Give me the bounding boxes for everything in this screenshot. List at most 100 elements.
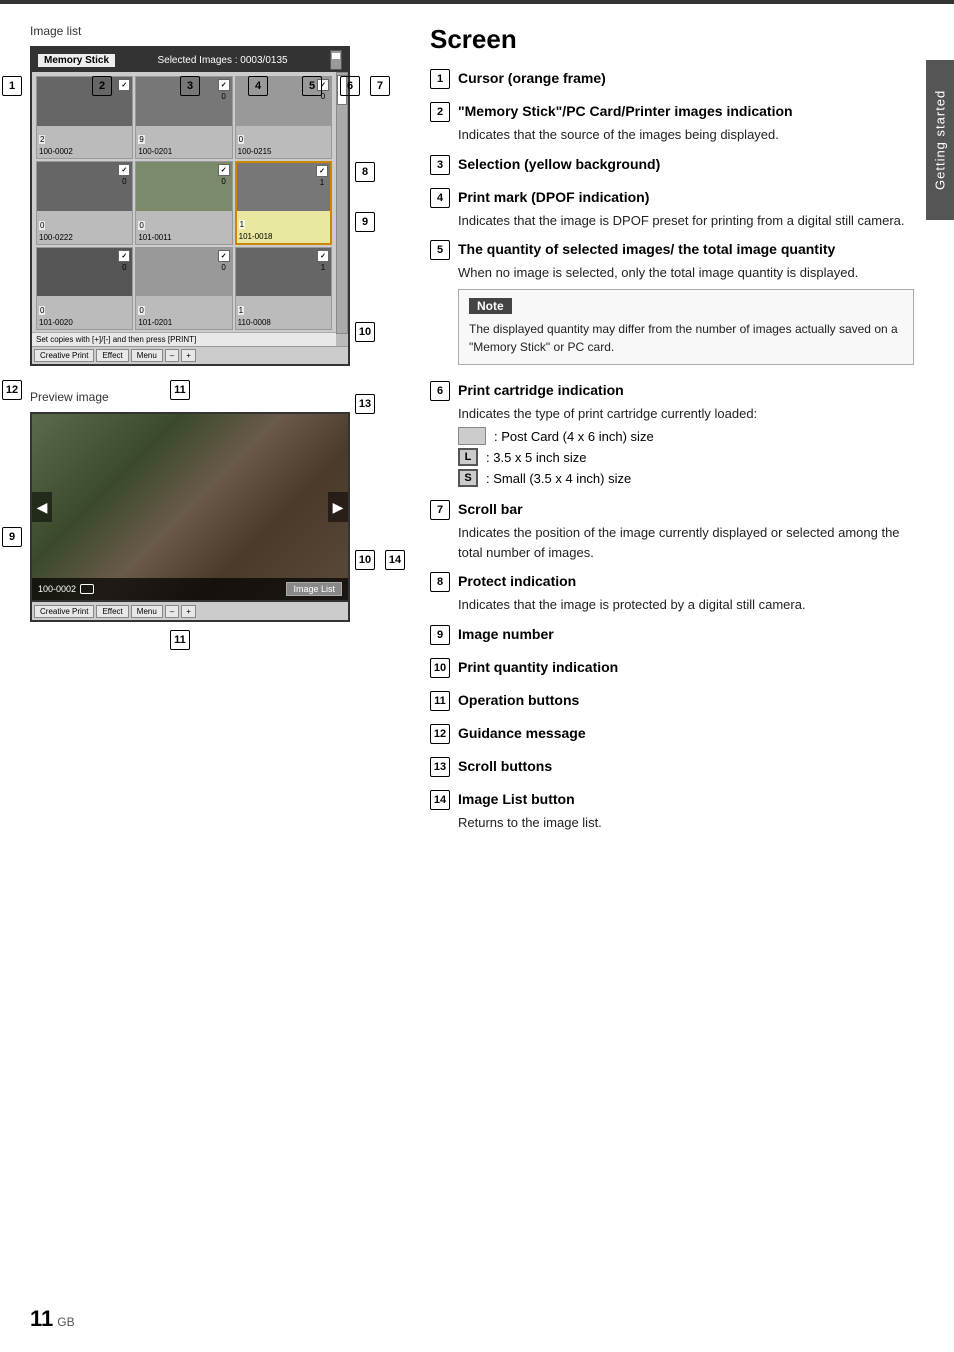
screen-item-14: 14 Image List button Returns to the imag… <box>430 790 914 833</box>
screen-item-4-title: Print mark (DPOF indication) <box>458 188 649 208</box>
thumb-cell-8[interactable]: 0 101-0201 ✓ 0 <box>135 247 232 330</box>
thumb-code-1: 100-0002 <box>39 147 73 156</box>
screen-item-4: 4 Print mark (DPOF indication) Indicates… <box>430 188 914 231</box>
screen-num-badge-5: 5 <box>430 240 450 260</box>
preview-label: Preview image <box>30 390 390 404</box>
screen-item-2-body: Indicates that the source of the images … <box>430 125 914 145</box>
preview-callout-badge-13: 13 <box>355 394 375 414</box>
preview-effect-button[interactable]: Effect <box>96 605 128 618</box>
note-box: Note The displayed quantity may differ f… <box>458 289 914 365</box>
screen-item-3-header: 3 Selection (yellow background) <box>430 155 914 175</box>
screen-item-14-title: Image List button <box>458 790 575 810</box>
screen-num-badge-3: 3 <box>430 155 450 175</box>
scroll-block <box>332 53 340 59</box>
image-list-scrollbar[interactable] <box>336 72 348 334</box>
screen-item-14-header: 14 Image List button <box>430 790 914 810</box>
screen-item-11: 11 Operation buttons <box>430 691 914 714</box>
print-num-5: 0 <box>221 177 225 186</box>
thumb-cell-7[interactable]: 0 101-0020 ✓ 0 <box>36 247 133 330</box>
preview-operation-buttons: Creative Print Effect Menu – + <box>30 602 350 622</box>
thumb-num-9: 1 <box>238 306 244 315</box>
thumb-cell-4[interactable]: 0 100-0222 ✓ 0 <box>36 161 133 244</box>
callout-2: 2 <box>92 76 114 96</box>
preview-menu-button[interactable]: Menu <box>131 605 163 618</box>
thumb-icons-9: ✓ 1 <box>317 250 329 272</box>
page-number: 11 GB <box>30 1306 75 1332</box>
screen-item-13-header: 13 Scroll buttons <box>430 757 914 777</box>
screen-item-8-header: 8 Protect indication <box>430 572 914 592</box>
preview-right-arrow[interactable]: ▶ <box>328 492 348 522</box>
screen-item-9: 9 Image number <box>430 625 914 648</box>
callout-badge-2: 2 <box>92 76 112 96</box>
thumb-cell-9[interactable]: 1 110-0008 ✓ 1 <box>235 247 332 330</box>
screen-item-13: 13 Scroll buttons <box>430 757 914 780</box>
thumb-icons-4: ✓ 0 <box>118 164 130 186</box>
screen-num-badge-9: 9 <box>430 625 450 645</box>
preview-callout-11: 11 <box>170 630 192 650</box>
callout-badge-5: 5 <box>302 76 322 96</box>
image-list-wrapper: Memory Stick Selected Images : 0003/0135… <box>30 46 390 366</box>
effect-button[interactable]: Effect <box>96 349 128 362</box>
callout-11: 11 <box>170 380 192 400</box>
print-icon-6: ✓ <box>316 165 328 177</box>
screen-num-badge-10: 10 <box>430 658 450 678</box>
preview-wrapper: ◀ ▶ 100-0002 Image List Creative Print <box>30 412 390 622</box>
screen-item-12: 12 Guidance message <box>430 724 914 747</box>
side-tab-label: Getting started <box>933 90 948 190</box>
preview-callout-badge-10: 10 <box>355 550 375 570</box>
screen-item-6: 6 Print cartridge indication Indicates t… <box>430 381 914 491</box>
creative-print-button[interactable]: Creative Print <box>34 349 94 362</box>
callout-3: 3 <box>180 76 202 96</box>
screen-num-badge-1: 1 <box>430 69 450 89</box>
thumb-code-7: 101-0020 <box>39 318 73 327</box>
screen-item-13-title: Scroll buttons <box>458 757 552 777</box>
minus-button[interactable]: – <box>165 349 179 362</box>
print-icon-4: ✓ <box>118 164 130 176</box>
screen-item-4-header: 4 Print mark (DPOF indication) <box>430 188 914 208</box>
screen-item-7-title: Scroll bar <box>458 500 523 520</box>
print-num-9: 1 <box>321 263 325 272</box>
preview-code-display: 100-0002 <box>38 584 94 594</box>
preview-plus-button[interactable]: + <box>181 605 196 618</box>
thumb-num-1: 2 <box>39 135 45 144</box>
thumb-icons-5: ✓ 0 <box>218 164 230 186</box>
thumb-cell-1[interactable]: 2 100-0002 ✓ <box>36 76 133 159</box>
screen-num-badge-8: 8 <box>430 572 450 592</box>
memory-stick-label: Memory Stick <box>38 54 115 67</box>
screen-item-12-header: 12 Guidance message <box>430 724 914 744</box>
thumb-num-6: 1 <box>239 220 245 229</box>
scroll-indicator <box>330 50 342 70</box>
plus-button[interactable]: + <box>181 349 196 362</box>
callout-badge-12: 12 <box>2 380 22 400</box>
screen-num-badge-4: 4 <box>430 188 450 208</box>
callout-1: 1 <box>2 76 24 96</box>
callout-badge-9: 9 <box>355 212 375 232</box>
callout-badge-7: 7 <box>370 76 390 96</box>
screen-item-10: 10 Print quantity indication <box>430 658 914 681</box>
screen-item-14-body: Returns to the image list. <box>430 813 914 833</box>
preview-minus-button[interactable]: – <box>165 605 179 618</box>
image-list-button[interactable]: Image List <box>286 582 342 596</box>
thumb-grid: 2 100-0002 ✓ 9 100-0201 ✓ <box>32 72 336 334</box>
page-content: Image list Memory Stick Selected Images … <box>0 4 954 862</box>
cartridge-icon-l: L <box>458 448 478 466</box>
preview-callout-badge-9: 9 <box>2 527 22 547</box>
menu-button[interactable]: Menu <box>131 349 163 362</box>
screen-num-badge-12: 12 <box>430 724 450 744</box>
screen-item-3-title: Selection (yellow background) <box>458 155 660 175</box>
print-icon-8: ✓ <box>218 250 230 262</box>
thumb-num-8: 0 <box>138 306 144 315</box>
thumb-icons-2: ✓ 0 <box>218 79 230 101</box>
preview-left-arrow[interactable]: ◀ <box>32 492 52 522</box>
thumb-cell-5[interactable]: 0 101-0011 ✓ 0 <box>135 161 232 244</box>
screen-item-7-header: 7 Scroll bar <box>430 500 914 520</box>
thumb-code-2: 100-0201 <box>138 147 172 156</box>
side-tab: Getting started <box>926 60 954 220</box>
screen-num-badge-14: 14 <box>430 790 450 810</box>
preview-creative-print-button[interactable]: Creative Print <box>34 605 94 618</box>
screen-item-1-header: 1 Cursor (orange frame) <box>430 69 914 89</box>
image-list-operation-buttons: Creative Print Effect Menu – + <box>32 346 348 364</box>
thumb-num-7: 0 <box>39 306 45 315</box>
preview-callout-badge-11: 11 <box>170 630 190 650</box>
thumb-cell-6[interactable]: 1 101-0018 ✓ 1 <box>235 161 332 244</box>
